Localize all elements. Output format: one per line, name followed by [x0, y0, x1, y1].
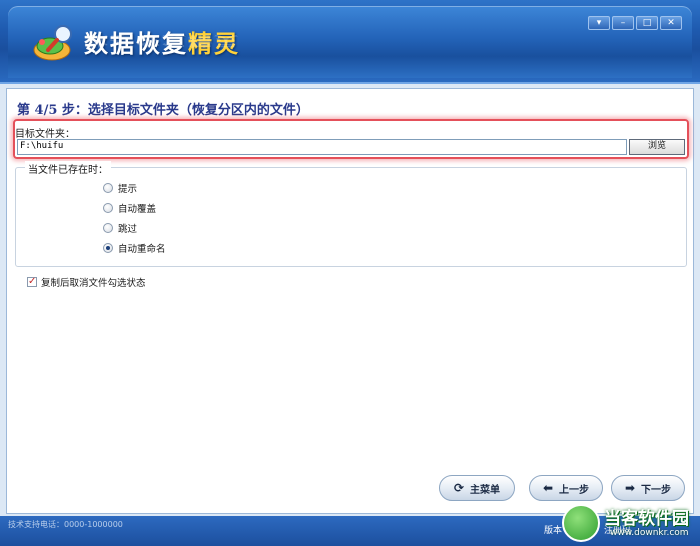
file-exists-group-label: 当文件已存在时： — [25, 161, 111, 176]
watermark: 当客软件园 www.downkr.com — [562, 500, 700, 546]
radio-prompt[interactable] — [103, 183, 113, 193]
support-phone-text: 技术支持电话：0000-1000000 — [8, 520, 123, 529]
watermark-title: 当客软件园 — [604, 509, 689, 529]
version-label: 版本 — [544, 526, 563, 536]
step-title: 第 4/5 步：选择目标文件夹（恢复分区内的文件） — [17, 103, 309, 118]
app-title-reflection: 数据恢复精灵 — [84, 33, 240, 49]
main-menu-label: 主菜单 — [470, 484, 501, 496]
option-prompt-label: 提示 — [118, 184, 138, 195]
app-logo-icon — [33, 25, 72, 61]
arrow-right-icon: ➡ — [624, 481, 636, 495]
main-menu-button[interactable]: ⟳ 主菜单 — [439, 475, 515, 501]
option-overwrite[interactable]: 自动覆盖 — [103, 201, 156, 215]
window-controls: ▾ – □ ✕ — [588, 16, 682, 30]
watermark-url: www.downkr.com — [610, 528, 689, 538]
watermark-logo-icon — [562, 504, 600, 542]
prev-step-button[interactable]: ⬅ 上一步 — [529, 475, 603, 501]
uncheck-after-copy-label: 复制后取消文件勾选状态 — [41, 278, 146, 289]
option-rename-label: 自动重命名 — [118, 244, 166, 255]
target-folder-label: 目标文件夹： — [15, 129, 75, 140]
radio-rename[interactable] — [103, 243, 113, 253]
uncheck-after-copy-option[interactable]: ✓ 复制后取消文件勾选状态 — [27, 275, 146, 289]
browse-button[interactable]: 浏览 — [629, 139, 685, 155]
refresh-icon: ⟳ — [453, 481, 465, 495]
option-skip[interactable]: 跳过 — [103, 221, 137, 235]
option-skip-label: 跳过 — [118, 224, 138, 235]
target-path-input[interactable]: F:\huifu — [17, 139, 627, 155]
next-step-label: 下一步 — [641, 484, 672, 496]
menu-dropdown-button[interactable]: ▾ — [588, 16, 610, 30]
title-banner: 数据恢复精灵 数据恢复精灵 ▾ – □ ✕ — [0, 0, 700, 84]
banner-inner: 数据恢复精灵 数据恢复精灵 ▾ – □ ✕ — [8, 6, 692, 78]
minimize-button[interactable]: – — [612, 16, 634, 30]
option-rename[interactable]: 自动重命名 — [103, 241, 166, 255]
prev-step-label: 上一步 — [559, 484, 590, 496]
option-overwrite-label: 自动覆盖 — [118, 204, 157, 215]
maximize-button[interactable]: □ — [636, 16, 658, 30]
next-step-button[interactable]: ➡ 下一步 — [611, 475, 685, 501]
uncheck-after-copy-checkbox[interactable]: ✓ — [27, 277, 37, 287]
radio-skip[interactable] — [103, 223, 113, 233]
radio-overwrite[interactable] — [103, 203, 113, 213]
option-prompt[interactable]: 提示 — [103, 181, 137, 195]
wizard-panel: 第 4/5 步：选择目标文件夹（恢复分区内的文件） 目标文件夹： F:\huif… — [6, 88, 694, 514]
arrow-left-icon: ⬅ — [542, 481, 554, 495]
close-button[interactable]: ✕ — [660, 16, 682, 30]
